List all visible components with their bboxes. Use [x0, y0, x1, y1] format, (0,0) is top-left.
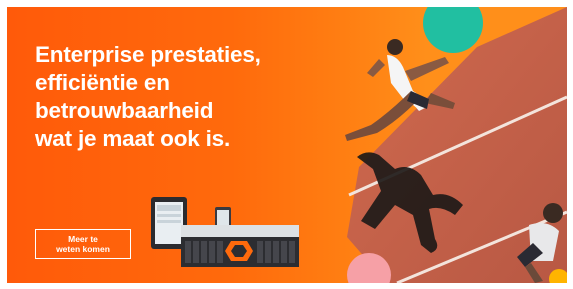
storage-array-with-tablet-icon: [151, 197, 299, 267]
teal-circle: [423, 7, 483, 53]
ad-banner[interactable]: Enterprise prestaties, efficiëntie en be…: [7, 7, 567, 283]
cta-line: Meer te: [68, 234, 98, 244]
cta-line: weten komen: [56, 244, 110, 254]
headline-line: betrouwbaarheid: [35, 98, 214, 123]
learn-more-button[interactable]: Meer te weten komen: [35, 229, 131, 259]
headline-line: efficiëntie en: [35, 70, 170, 95]
headline: Enterprise prestaties, efficiëntie en be…: [35, 41, 335, 153]
headline-line: Enterprise prestaties,: [35, 42, 261, 67]
headline-line: wat je maat ook is.: [35, 126, 231, 151]
